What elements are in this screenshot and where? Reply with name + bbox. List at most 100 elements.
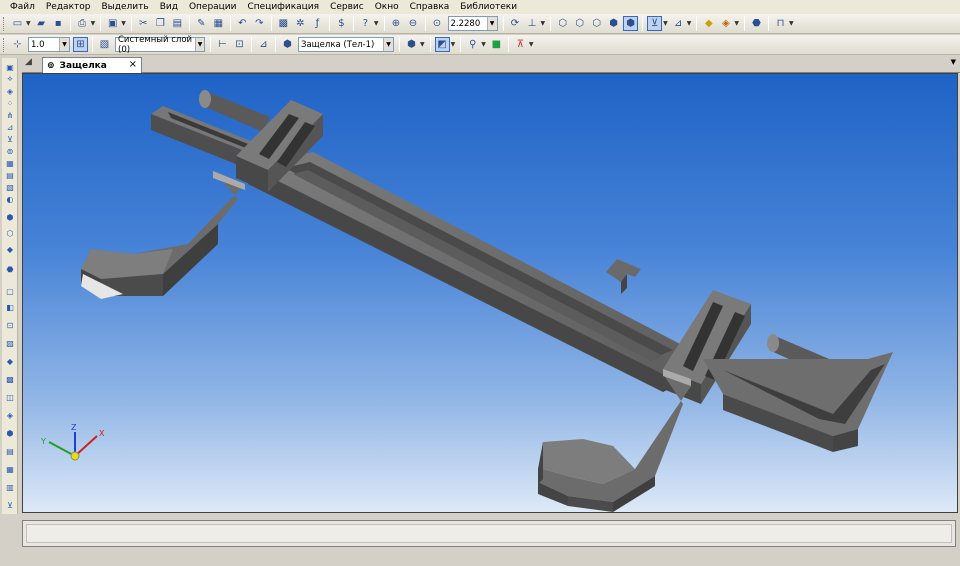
- chevron-down-icon[interactable]: ▼: [529, 41, 534, 48]
- menu-item-select[interactable]: Выделить: [101, 2, 148, 12]
- part-combo[interactable]: Защелка (Тел-1) ▼: [298, 37, 394, 52]
- properties-icon[interactable]: ✎: [194, 16, 209, 31]
- library-icon[interactable]: ✲: [293, 16, 308, 31]
- display-mode-icon[interactable]: ⬢: [404, 37, 419, 52]
- tool-icon[interactable]: ⟡: [3, 74, 17, 84]
- function-icon[interactable]: ƒ: [310, 16, 325, 31]
- chevron-down-icon[interactable]: ▼: [734, 20, 739, 27]
- menu-item-file[interactable]: Файл: [10, 2, 35, 12]
- new-document-icon[interactable]: ▭: [10, 16, 25, 31]
- extrude-icon[interactable]: ⬢: [3, 212, 17, 222]
- tool-icon[interactable]: ◈: [3, 86, 17, 96]
- cursor-step-icon[interactable]: ⊹: [10, 37, 25, 52]
- step-combo[interactable]: 1.0 ▼: [28, 37, 70, 52]
- tool-icon[interactable]: ⁘: [3, 98, 17, 108]
- cube-icon[interactable]: ◆: [701, 16, 716, 31]
- chevron-down-icon[interactable]: ▼: [481, 41, 486, 48]
- hidden-lines-icon[interactable]: ⬡: [572, 16, 587, 31]
- components-icon[interactable]: ⬣: [749, 16, 764, 31]
- tool-icon[interactable]: ▤: [3, 170, 17, 180]
- thin-lines-icon[interactable]: ⬡: [589, 16, 604, 31]
- paste-icon[interactable]: ▤: [170, 16, 185, 31]
- shaded-icon[interactable]: ⬢: [623, 16, 639, 31]
- chevron-down-icon[interactable]: ▼: [789, 20, 794, 27]
- measure-icon[interactable]: ⊓: [773, 16, 788, 31]
- open-folder-icon[interactable]: ▰: [34, 16, 49, 31]
- constraints-icon[interactable]: ⚲: [465, 37, 480, 52]
- orthogonal-icon[interactable]: ⊢: [215, 37, 230, 52]
- filter-icon[interactable]: ⊻: [647, 16, 663, 31]
- rotate-op-icon[interactable]: ⬡: [3, 228, 17, 238]
- manager-icon[interactable]: ▩: [276, 16, 291, 31]
- copy-icon[interactable]: ❐: [153, 16, 168, 31]
- model-viewport[interactable]: Y Z X: [22, 73, 958, 513]
- edit-mode-icon[interactable]: ◩: [434, 37, 450, 52]
- menu-item-window[interactable]: Окно: [375, 2, 399, 12]
- save-icon[interactable]: ▪: [51, 16, 66, 31]
- chevron-down-icon[interactable]: ▼: [121, 20, 126, 27]
- report-icon[interactable]: ▥: [3, 482, 17, 492]
- chevron-down-icon[interactable]: ▼: [541, 20, 546, 27]
- chevron-down-icon[interactable]: ▼: [26, 20, 31, 27]
- menu-item-libraries[interactable]: Библиотеки: [460, 2, 517, 12]
- menu-item-help[interactable]: Справка: [410, 2, 450, 12]
- chevron-down-icon[interactable]: ▼: [383, 38, 393, 51]
- rib-icon[interactable]: ▨: [3, 338, 17, 348]
- tool-icon[interactable]: ▣: [3, 62, 17, 72]
- fillet-icon[interactable]: ◧: [3, 302, 17, 312]
- local-cs-icon[interactable]: ⊡: [232, 37, 247, 52]
- cut-icon[interactable]: ✂: [136, 16, 151, 31]
- surface-icon[interactable]: ⬢: [3, 428, 17, 438]
- zoom-scale-icon[interactable]: ⊙: [430, 16, 445, 31]
- tab-document[interactable]: ⊚ Защелка ×: [42, 57, 142, 73]
- spec-icon[interactable]: ▦: [3, 464, 17, 474]
- orientation-icon[interactable]: ⊥: [525, 16, 540, 31]
- dimensions-icon[interactable]: ⊼: [513, 37, 528, 52]
- zoom-combo[interactable]: 2.2280 ▼: [447, 16, 498, 31]
- zoom-in-icon[interactable]: ⊕: [389, 16, 404, 31]
- snap-icon[interactable]: ⊿: [671, 16, 686, 31]
- shell-icon[interactable]: ◆: [3, 356, 17, 366]
- chevron-down-icon[interactable]: ▼: [374, 20, 379, 27]
- component-color-icon[interactable]: ■: [489, 37, 504, 52]
- print-icon[interactable]: ⎙: [75, 16, 90, 31]
- layer-icon[interactable]: ▧: [97, 37, 112, 52]
- layer-combo[interactable]: Системный слой (0) ▼: [115, 35, 205, 55]
- halftone-icon[interactable]: ⬢: [606, 16, 621, 31]
- chamfer-icon[interactable]: ⊡: [3, 320, 17, 330]
- grid-icon[interactable]: ⊞: [73, 37, 88, 52]
- undo-icon[interactable]: ↶: [235, 16, 250, 31]
- hole-icon[interactable]: ▢: [3, 286, 17, 296]
- tool-icon[interactable]: ⊻: [3, 134, 17, 144]
- tool-icon[interactable]: ⋔: [3, 110, 17, 120]
- tool-icon[interactable]: ⊚: [3, 146, 17, 156]
- chevron-down-icon[interactable]: ▼: [486, 17, 497, 30]
- menu-item-view[interactable]: Вид: [160, 2, 178, 12]
- help-pointer-icon[interactable]: ?: [358, 16, 373, 31]
- cut-extrude-icon[interactable]: ⬣: [3, 264, 17, 274]
- menu-item-operations[interactable]: Операции: [189, 2, 237, 12]
- chevron-down-icon[interactable]: ▼: [451, 41, 456, 48]
- assembly-icon[interactable]: ◈: [718, 16, 733, 31]
- draft-icon[interactable]: ▩: [3, 374, 17, 384]
- chevron-down-icon[interactable]: ▼: [420, 41, 425, 48]
- tab-fold-icon[interactable]: ◢: [25, 57, 32, 67]
- toolbar-grip[interactable]: [3, 16, 6, 31]
- zoom-out-icon[interactable]: ⊖: [406, 16, 421, 31]
- chevron-down-icon[interactable]: ▼: [91, 20, 96, 27]
- array-icon[interactable]: ◈: [3, 410, 17, 420]
- preview-icon[interactable]: ▣: [105, 16, 120, 31]
- toolbar-grip[interactable]: [3, 37, 6, 52]
- tool-icon[interactable]: ▦: [3, 158, 17, 168]
- menu-item-specification[interactable]: Спецификация: [248, 2, 320, 12]
- menu-item-service[interactable]: Сервис: [330, 2, 364, 12]
- variables-icon[interactable]: $: [334, 16, 349, 31]
- chevron-down-icon[interactable]: ▼: [951, 58, 956, 66]
- chevron-down-icon[interactable]: ▼: [663, 20, 668, 27]
- chevron-down-icon[interactable]: ▼: [687, 20, 692, 27]
- chevron-down-icon[interactable]: ▼: [195, 38, 204, 51]
- plane-icon[interactable]: ⊿: [256, 37, 271, 52]
- close-icon[interactable]: ×: [129, 59, 137, 70]
- part-icon[interactable]: ⬢: [280, 37, 295, 52]
- table-icon[interactable]: ▦: [211, 16, 226, 31]
